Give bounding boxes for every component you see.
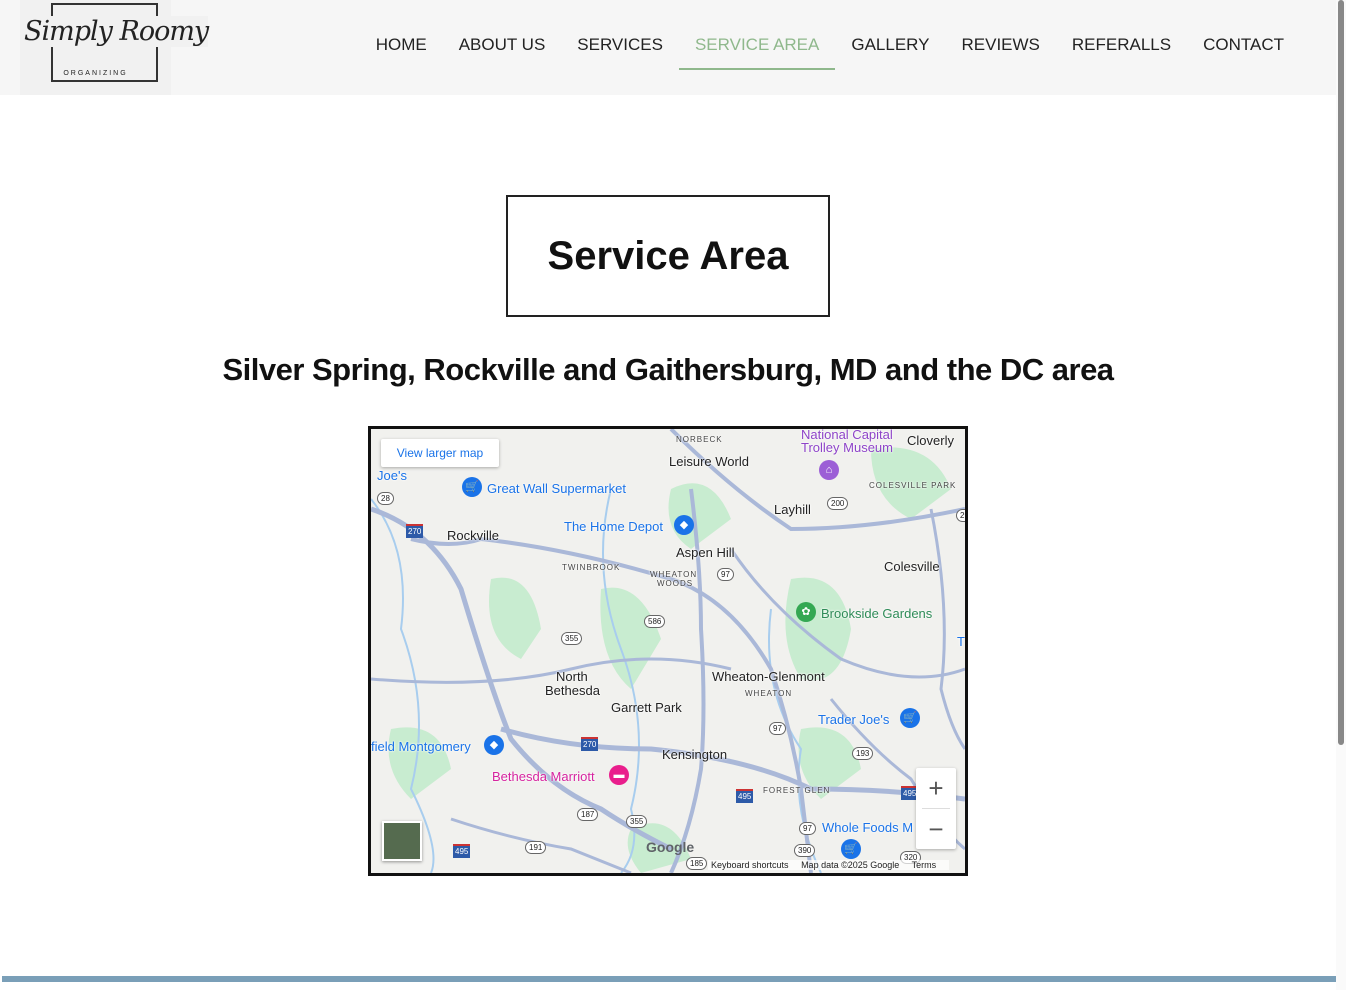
site-logo[interactable]: Simply Roomy ORGANIZING [20, 0, 209, 95]
trader-joes-cart-pin-icon[interactable]: 🛒 [900, 708, 920, 728]
shopping-bag-pin-icon[interactable]: ◆ [674, 515, 694, 535]
route-shield: 355 [561, 632, 583, 645]
map-label-wheaton-woods-2: WOODS [657, 579, 694, 588]
map-data-text: Map data ©2025 Google [801, 860, 900, 870]
route-shield: 28 [377, 492, 394, 505]
map-label-layhill: Layhill [774, 502, 811, 517]
route-shield: 97 [799, 822, 816, 835]
route-shield: 586 [644, 615, 666, 628]
route-shield: 185 [686, 857, 708, 870]
route-shield: 193 [852, 747, 874, 760]
map-tiles [371, 429, 965, 873]
route-shield: 200 [827, 497, 849, 510]
interstate-shield: 495 [453, 844, 471, 858]
interstate-shield: 270 [406, 524, 424, 538]
map-label-trolley-museum[interactable]: Trolley Museum [801, 440, 893, 455]
map-label-wheaton: WHEATON [745, 689, 793, 698]
route-shield: 390 [794, 844, 816, 857]
map-label-wheaton-glenmont: Wheaton-Glenmont [712, 669, 825, 684]
map-label-bethesda-marriott[interactable]: Bethesda Marriott [492, 769, 595, 784]
garden-pin-icon[interactable]: ✿ [796, 602, 816, 622]
satellite-layer-button[interactable] [382, 821, 422, 861]
map-label-aspen-hill: Aspen Hill [676, 545, 735, 560]
map-label-trader-joes[interactable]: Trader Joe's [818, 712, 889, 727]
page-scrollbar[interactable] [1336, 0, 1346, 990]
service-area-map[interactable]: View larger map NORBECK Leisure World Na… [368, 426, 968, 876]
map-label-edge: T [957, 634, 965, 649]
hotel-pin-icon[interactable]: ▬ [609, 765, 629, 785]
map-label-brookside-gardens[interactable]: Brookside Gardens [821, 606, 932, 621]
museum-pin-icon[interactable]: ⌂ [819, 460, 839, 480]
map-label-great-wall[interactable]: Great Wall Supermarket [487, 481, 626, 496]
zoom-out-button[interactable]: − [916, 809, 956, 849]
nav-service-area[interactable]: SERVICE AREA [678, 34, 836, 70]
map-label-wheaton-woods-1: WHEATON [650, 570, 698, 579]
keyboard-shortcuts-link[interactable]: Keyboard shortcuts [711, 860, 789, 870]
view-larger-map-link[interactable]: View larger map [381, 439, 499, 467]
map-label-rockville: Rockville [447, 528, 500, 543]
map-label-garrett-park: Garrett Park [611, 700, 682, 715]
route-shield: 97 [769, 722, 786, 735]
map-label-forest-glen: FOREST GLEN [763, 786, 831, 795]
map-label-leisure-world: Leisure World [669, 454, 749, 469]
map-label-bethesda: Bethesda [545, 683, 600, 698]
map-label-colesville-park: COLESVILLE PARK [869, 481, 957, 490]
nav-home[interactable]: HOME [360, 34, 443, 70]
map-zoom-controls: + − [916, 768, 956, 849]
logo-script-text: Simply Roomy [24, 16, 209, 47]
mall-pin-icon[interactable]: ◆ [484, 735, 504, 755]
map-label-westfield[interactable]: field Montgomery [371, 739, 471, 754]
map-label-kensington: Kensington [662, 747, 728, 762]
map-label-north: North [556, 669, 588, 684]
route-shield: 191 [525, 841, 547, 854]
service-area-subtitle: Silver Spring, Rockville and Gaithersbur… [222, 352, 1114, 387]
map-label-colesville: Colesville [884, 559, 940, 574]
nav-reviews[interactable]: REVIEWS [945, 34, 1055, 70]
nav-about-us[interactable]: ABOUT US [443, 34, 562, 70]
route-shield: 187 [577, 808, 599, 821]
nav-contact[interactable]: CONTACT [1187, 34, 1300, 70]
map-label-joes[interactable]: Joe's [377, 468, 407, 483]
nav-gallery[interactable]: GALLERY [835, 34, 945, 70]
whole-foods-cart-pin-icon[interactable]: 🛒 [841, 839, 861, 859]
map-label-home-depot[interactable]: The Home Depot [564, 519, 663, 534]
map-label-norbeck: NORBECK [676, 435, 723, 444]
google-logo: Google [646, 839, 695, 855]
route-shield: 29 [956, 509, 965, 522]
logo-subtitle: ORGANIZING [63, 70, 128, 77]
terms-link[interactable]: Terms [912, 860, 937, 870]
nav-referalls[interactable]: REFERALLS [1056, 34, 1187, 70]
nav-services[interactable]: SERVICES [561, 34, 679, 70]
page-title-box: Service Area [506, 195, 830, 317]
shopping-cart-pin-icon[interactable]: 🛒 [462, 477, 482, 497]
interstate-shield: 495 [736, 789, 754, 803]
route-shield: 97 [717, 568, 734, 581]
interstate-shield: 270 [581, 737, 599, 751]
site-header: Simply Roomy ORGANIZING HOME ABOUT US SE… [0, 0, 1336, 95]
main-nav: HOME ABOUT US SERVICES SERVICE AREA GALL… [360, 34, 1300, 70]
route-shield: 355 [626, 815, 648, 828]
zoom-in-button[interactable]: + [916, 768, 956, 808]
page-title: Service Area [547, 233, 789, 278]
map-label-cloverly: Cloverly [907, 433, 954, 448]
map-label-whole-foods[interactable]: Whole Foods M [822, 820, 913, 835]
scrollbar-thumb[interactable] [1338, 0, 1344, 745]
map-attribution: Keyboard shortcuts Map data ©2025 Google… [708, 860, 950, 870]
footer-bar [2, 976, 1336, 982]
map-label-twinbrook: TWINBROOK [562, 563, 621, 572]
